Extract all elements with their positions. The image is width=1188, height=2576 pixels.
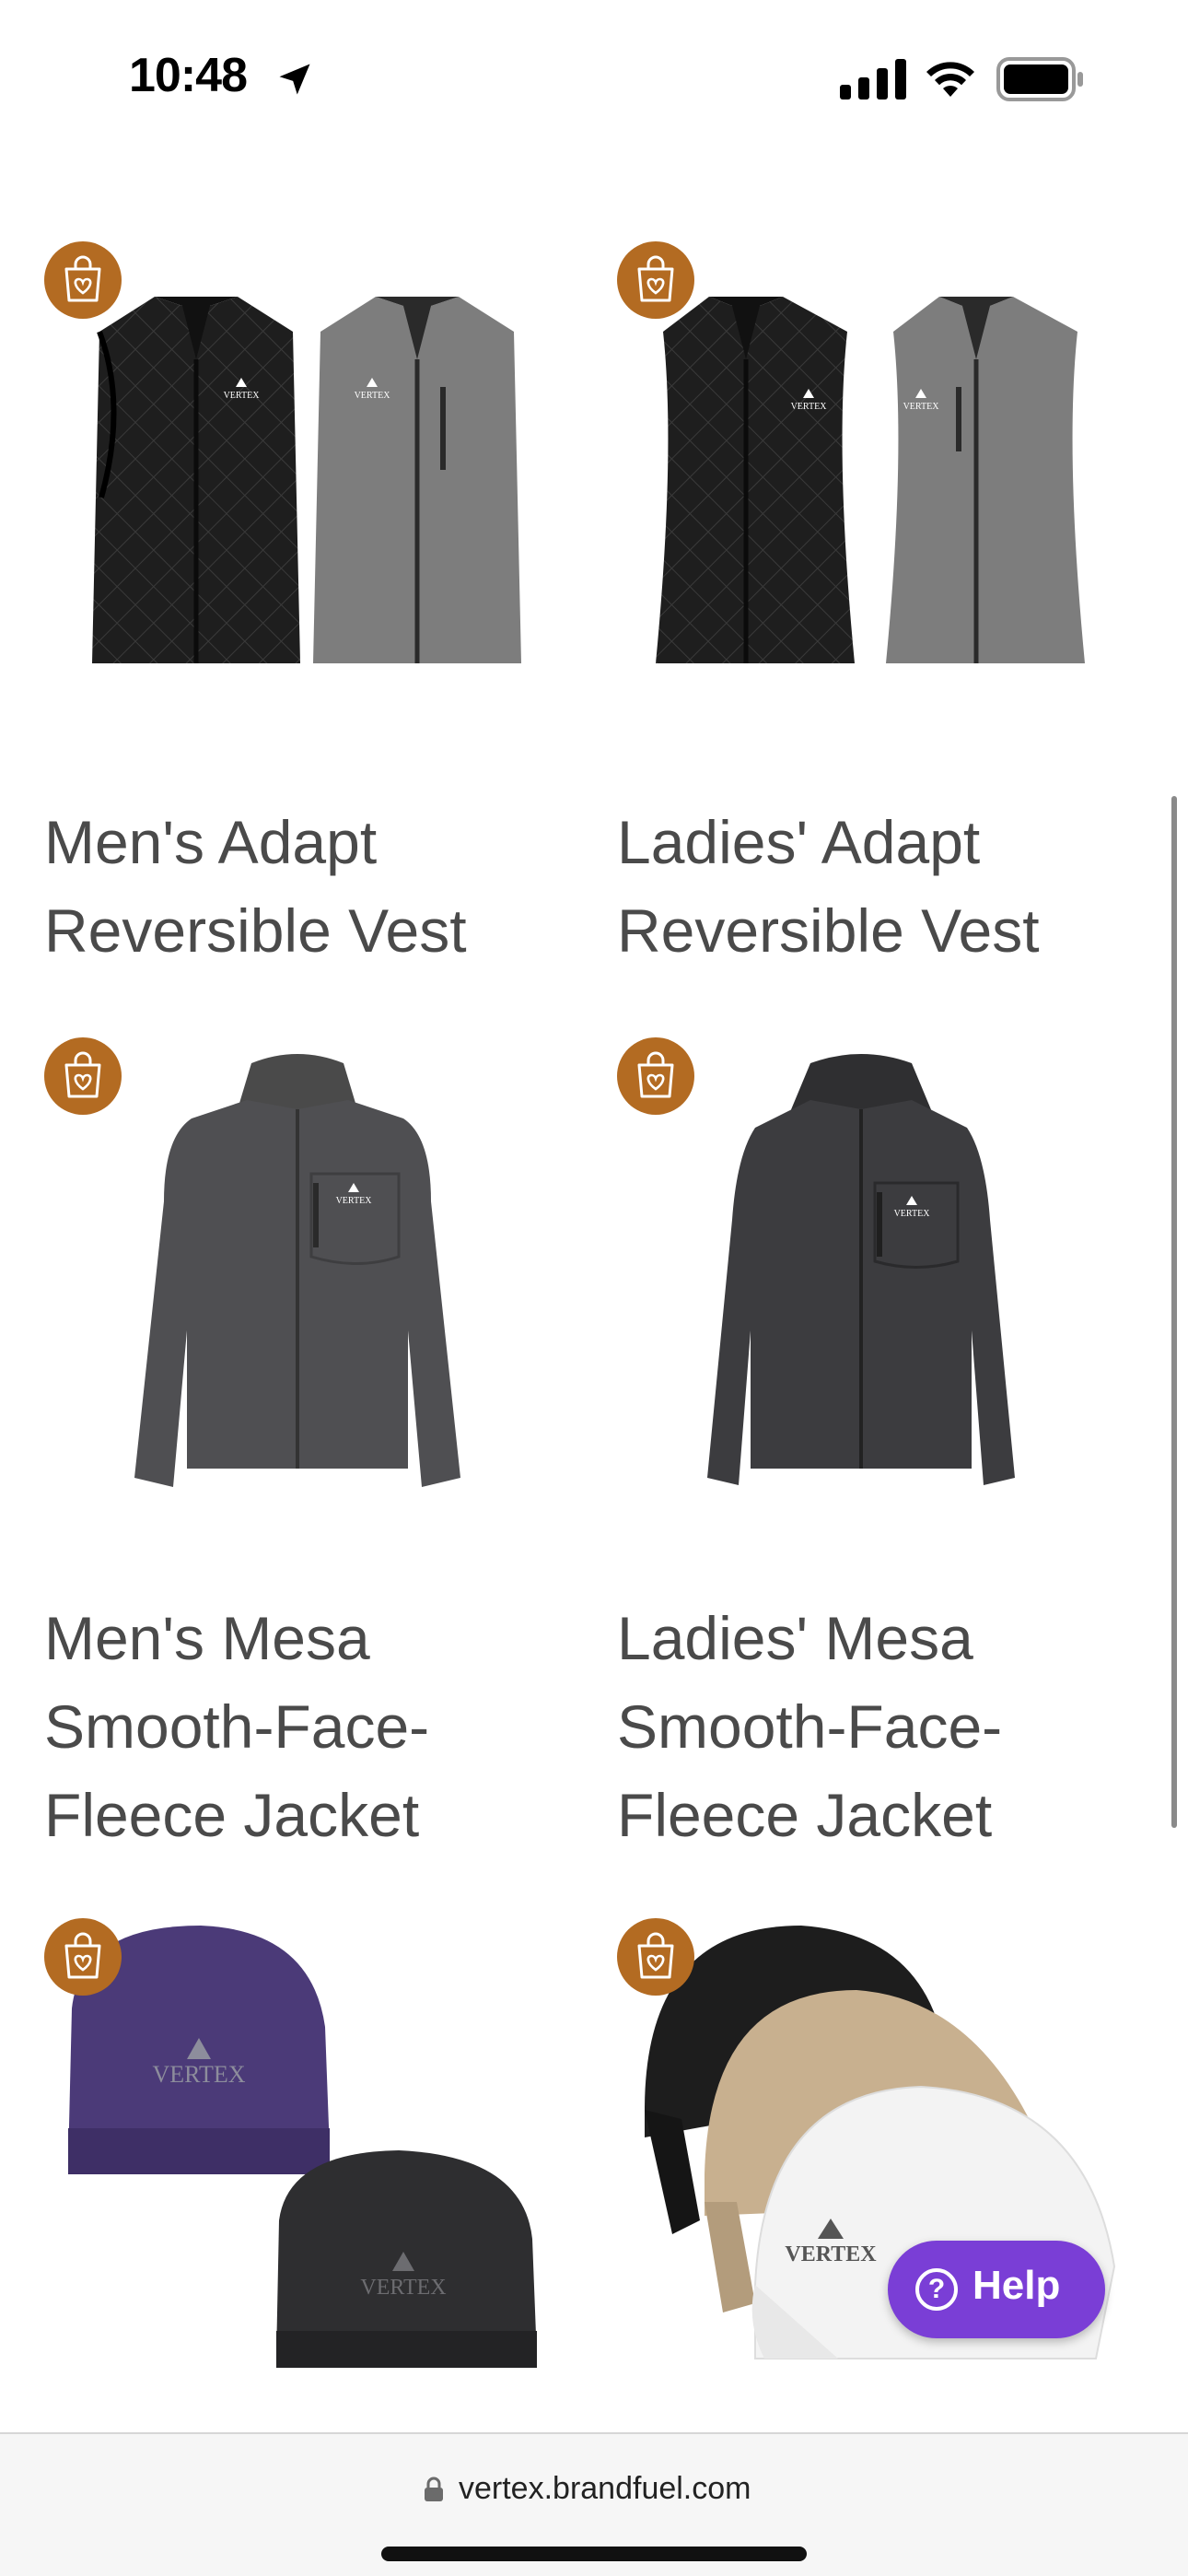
svg-text:VERTEX: VERTEX xyxy=(903,402,940,412)
help-button[interactable]: ? Help xyxy=(888,2241,1105,2338)
wishlist-button[interactable] xyxy=(44,241,122,319)
svg-text:VERTEX: VERTEX xyxy=(360,2276,446,2300)
wishlist-button[interactable] xyxy=(44,1037,122,1115)
svg-text:VERTEX: VERTEX xyxy=(355,391,391,401)
cellular-signal-icon xyxy=(840,59,906,100)
svg-text:VERTEX: VERTEX xyxy=(153,2061,246,2088)
wishlist-button[interactable] xyxy=(44,1918,122,1996)
wishlist-button[interactable] xyxy=(617,241,694,319)
page-scrollbar[interactable] xyxy=(1171,796,1177,1828)
location-arrow-icon xyxy=(279,64,310,95)
svg-text:VERTEX: VERTEX xyxy=(791,402,828,412)
url-text[interactable]: vertex.brandfuel.com xyxy=(459,2471,751,2507)
svg-text:VERTEX: VERTEX xyxy=(894,1209,931,1219)
wifi-icon xyxy=(926,62,974,97)
status-bar: 10:48 xyxy=(0,0,1188,157)
product-title[interactable]: Men's Mesa Smooth-Face-Fleece Jacket xyxy=(44,1594,560,1859)
wishlist-button[interactable] xyxy=(617,1918,694,1996)
question-circle-icon: ? xyxy=(915,2268,958,2311)
bag-heart-icon xyxy=(637,1932,674,1979)
status-time: 10:48 xyxy=(129,49,248,102)
product-image[interactable]: VERTEX VERTEX xyxy=(617,221,1133,737)
home-indicator[interactable] xyxy=(381,2547,807,2561)
bag-heart-icon xyxy=(64,255,101,302)
svg-text:VERTEX: VERTEX xyxy=(785,2242,877,2266)
svg-text:VERTEX: VERTEX xyxy=(224,391,261,401)
bag-heart-icon xyxy=(64,1051,101,1098)
svg-text:VERTEX: VERTEX xyxy=(336,1196,373,1206)
product-title[interactable]: Ladies' Mesa Smooth-Face-Fleece Jacket xyxy=(617,1594,1133,1859)
product-image[interactable]: VERTEX xyxy=(44,1017,560,1533)
product-image[interactable]: VERTEX xyxy=(617,1017,1133,1533)
product-title[interactable]: Ladies' Adapt Reversible Vest xyxy=(617,798,1133,975)
help-button-label: Help xyxy=(973,2263,1061,2308)
product-image[interactable]: VERTEX VERTEX xyxy=(44,221,560,737)
browser-url-bar[interactable]: vertex.brandfuel.com xyxy=(0,2432,1188,2576)
lock-icon xyxy=(425,2476,443,2501)
bag-heart-icon xyxy=(64,1932,101,1979)
battery-icon xyxy=(996,57,1083,101)
product-image[interactable]: VERTEX VERTEX xyxy=(44,1898,560,2414)
bag-heart-icon xyxy=(637,1051,674,1098)
bag-heart-icon xyxy=(637,255,674,302)
product-title[interactable]: Men's Adapt Reversible Vest xyxy=(44,798,560,975)
wishlist-button[interactable] xyxy=(617,1037,694,1115)
